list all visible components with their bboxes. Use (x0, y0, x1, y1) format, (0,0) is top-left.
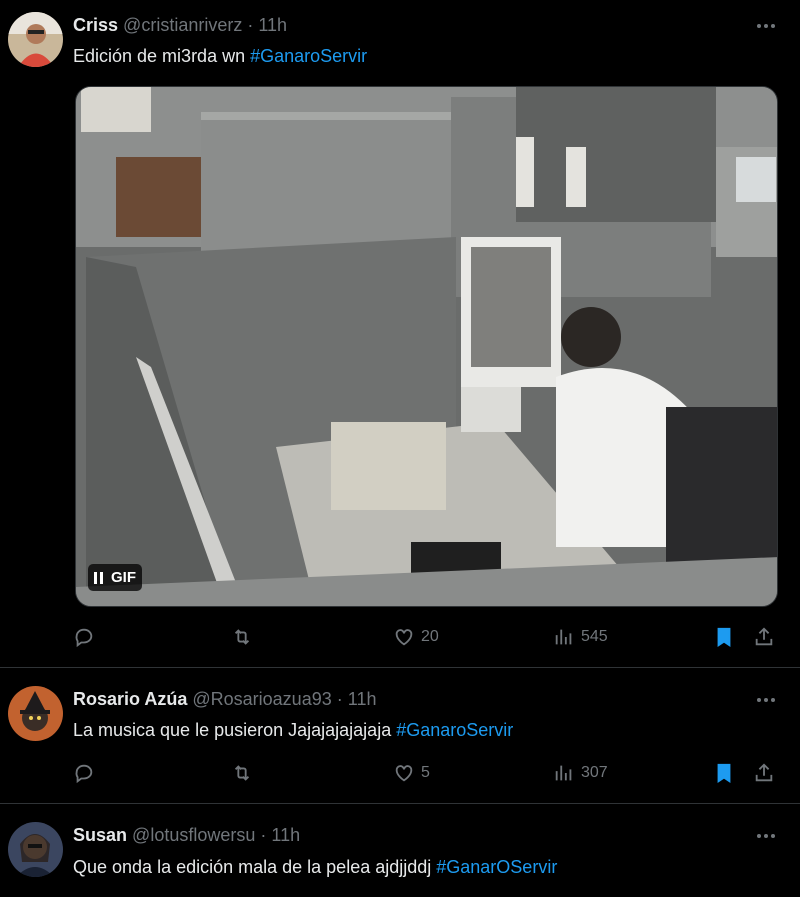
gif-controls[interactable]: GIF (88, 564, 142, 591)
bookmark-icon (717, 763, 731, 783)
user-handle[interactable]: @lotusflowersu (132, 825, 255, 845)
views-icon (555, 765, 572, 781)
tweet-actions: 20 545 (73, 622, 781, 652)
hashtag-link[interactable]: #GanaroServir (250, 46, 367, 66)
retweet-button[interactable] (231, 622, 253, 652)
retweet-button[interactable] (231, 758, 253, 788)
avatar[interactable] (8, 686, 63, 741)
share-icon (755, 763, 773, 782)
tweet-header: Rosario Azúa @Rosarioazua93 · 11h (73, 688, 376, 710)
like-button[interactable]: 5 (393, 758, 430, 788)
timestamp[interactable]: 11h (271, 825, 300, 845)
separator: · (336, 689, 343, 709)
reply-icon (75, 764, 93, 784)
reply-button[interactable] (73, 758, 95, 788)
tweet-2[interactable]: Rosario Azúa @Rosarioazua93 · 11h La mus… (0, 668, 800, 804)
tweet-text: Edición de mi3rda wn #GanaroServir (73, 44, 367, 68)
like-count: 20 (421, 628, 439, 645)
views-button[interactable]: 545 (553, 622, 608, 652)
share-button[interactable] (753, 622, 775, 652)
heart-icon (395, 629, 413, 646)
user-handle[interactable]: @Rosarioazua93 (192, 689, 331, 709)
tweet-actions: 5 307 (73, 758, 781, 788)
separator: · (260, 825, 267, 845)
display-name[interactable]: Criss (73, 15, 118, 35)
timestamp[interactable]: 11h (348, 689, 377, 709)
tweet-body: Edición de mi3rda wn (73, 46, 251, 66)
tweet-text: La musica que le pusieron Jajajajajajaja… (73, 718, 513, 742)
avatar[interactable] (8, 12, 63, 67)
more-icon[interactable] (754, 688, 778, 712)
share-icon (755, 627, 773, 646)
like-count: 5 (421, 764, 430, 781)
gif-badge: GIF (111, 569, 136, 586)
display-name[interactable]: Susan (73, 825, 127, 845)
view-count: 307 (581, 764, 608, 781)
tweet-body: La musica que le pusieron Jajajajajajaja (73, 720, 397, 740)
views-icon (555, 629, 572, 645)
hashtag-link[interactable]: #GanaroServir (396, 720, 513, 740)
bookmark-button[interactable] (713, 758, 735, 788)
tweet-text: Que onda la edición mala de la pelea ajd… (73, 855, 557, 879)
pause-icon[interactable] (94, 571, 103, 584)
reply-button[interactable] (73, 622, 95, 652)
display-name[interactable]: Rosario Azúa (73, 689, 187, 709)
like-button[interactable]: 20 (393, 622, 439, 652)
tweet-1[interactable]: Criss @cristianriverz · 11h Edición de m… (0, 0, 800, 668)
tweet-body: Que onda la edición mala de la pelea ajd… (73, 857, 437, 877)
heart-icon (395, 765, 413, 782)
bookmark-button[interactable] (713, 622, 735, 652)
tweet-header: Susan @lotusflowersu · 11h (73, 824, 300, 846)
views-button[interactable]: 307 (553, 758, 608, 788)
hashtag-link[interactable]: #GanarOServir (436, 857, 557, 877)
retweet-icon (234, 629, 250, 645)
user-handle[interactable]: @cristianriverz (123, 15, 242, 35)
timestamp[interactable]: 11h (258, 15, 287, 35)
reply-icon (75, 628, 93, 648)
share-button[interactable] (753, 758, 775, 788)
tweet-3[interactable]: Susan @lotusflowersu · 11h Que onda la e… (0, 804, 800, 897)
retweet-icon (234, 765, 250, 781)
office-cubicle-image (76, 87, 777, 606)
gif-media[interactable] (75, 86, 778, 607)
view-count: 545 (581, 628, 608, 645)
separator: · (247, 15, 254, 35)
more-icon[interactable] (754, 14, 778, 38)
avatar[interactable] (8, 822, 63, 877)
bookmark-icon (717, 627, 731, 647)
more-icon[interactable] (754, 824, 778, 848)
tweet-header: Criss @cristianriverz · 11h (73, 14, 287, 36)
